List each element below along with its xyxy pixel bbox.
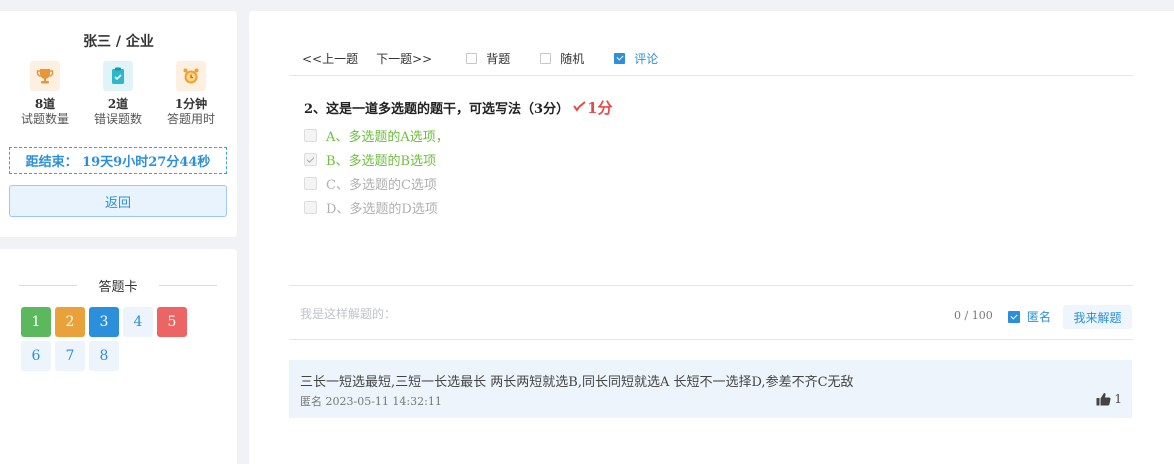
like-button[interactable]: 1 [1096,392,1122,406]
divider [289,75,1133,76]
answer-card-title: 答题卡 [19,276,217,295]
checkbox-box [1008,310,1020,323]
option-checkbox [304,129,317,142]
anonymous-checkbox[interactable]: 匿名 [1008,308,1051,325]
stat-wrong-count: 2道 错误题数 [78,61,158,127]
stat-value: 8道 [34,97,56,111]
next-question-link[interactable]: 下一题>> [376,50,432,67]
stat-question-count: 8道 试题数量 [5,61,85,127]
divider [289,285,1133,286]
option-text: D、多选题的D选项 [326,202,438,217]
question-nav: <<上一题 下一题>> 背题 随机 评论 [302,49,672,67]
checkbox-box [466,52,478,64]
checkbox-box [614,52,626,64]
answer-card-cell[interactable]: 3 [89,307,119,337]
answer-card-panel: 答题卡 1 2 3 4 5 6 7 8 [0,249,237,464]
checkbox-label: 随机 [560,51,585,66]
user-panel: 张三 / 企业 8道 试题数量 2道 错误题数 1分钟 答题用时 距结束： 19… [0,11,237,237]
option-checkbox [304,177,317,190]
clipboard-icon [103,61,133,91]
countdown-timer: 距结束： 19天9小时27分44秒 [9,147,227,174]
divider [289,339,1133,340]
option-c[interactable]: C、多选题的C选项 [304,174,437,193]
stat-time-used: 1分钟 答题用时 [151,61,231,127]
question-panel: <<上一题 下一题>> 背题 随机 评论 2、这是一道多选题的题干，可选写法（3… [249,11,1174,464]
option-text: C、多选题的C选项 [326,178,437,193]
wrong-mark-icon [573,101,586,112]
answer-card-cell[interactable]: 6 [21,341,51,371]
checkbox-label: 评论 [634,51,659,66]
stat-label: 答题用时 [166,112,215,126]
comment-item: 三长一短选最短,三短一长选最长 两长两短就选B,同长同短就选A 长短不一选择D,… [289,360,1132,418]
option-d[interactable]: D、多选题的D选项 [304,198,438,217]
like-count: 1 [1114,392,1122,406]
checkbox-label: 背题 [486,51,511,66]
question-title: 2、这是一道多选题的题干，可选写法（3分） 1分 [304,97,613,118]
comment-checkbox[interactable]: 评论 [614,50,658,67]
comment-author: 匿名 [300,395,322,408]
comment-meta: 匿名 2023-05-11 14:32:11 [300,393,442,409]
user-name: 张三 / 企业 [83,34,154,50]
answer-card-cell[interactable]: 2 [55,307,85,337]
submit-explanation-button[interactable]: 我来解题 [1063,305,1132,329]
prev-question-link[interactable]: <<上一题 [302,50,358,67]
checkbox-box [540,52,552,64]
answer-card-cell[interactable]: 8 [89,341,119,371]
answer-card-cell[interactable]: 5 [157,307,187,337]
trophy-icon [30,61,60,91]
recite-checkbox[interactable]: 背题 [466,50,510,67]
comment-text: 三长一短选最短,三短一长选最长 两长两短就选B,同长同短就选A 长短不一选择D,… [300,375,854,390]
option-b[interactable]: B、多选题的B选项 [304,150,436,169]
option-checkbox [304,201,317,214]
option-checkbox [304,153,317,166]
stat-value: 1分钟 [174,97,208,111]
answer-card-cell[interactable]: 1 [21,307,51,337]
option-text: B、多选题的B选项 [326,154,437,169]
stat-label: 错误题数 [93,112,142,126]
score-value: 1分 [587,99,613,117]
answer-card-cell[interactable]: 4 [123,307,153,337]
question-text: 2、这是一道多选题的题干，可选写法（3分） [304,102,570,117]
thumbs-up-icon [1096,393,1111,406]
char-counter: 0 / 100 [954,309,993,322]
option-a[interactable]: A、多选题的A选项， [304,126,449,145]
option-text: A、多选题的A选项， [326,130,449,145]
stat-label: 试题数量 [20,112,69,126]
back-button[interactable]: 返回 [9,185,227,217]
random-checkbox[interactable]: 随机 [540,50,584,67]
comment-time: 2023-05-11 14:32:11 [325,395,442,408]
score-mark: 1分 [573,97,613,118]
answer-card-cell[interactable]: 7 [55,341,85,371]
alarm-clock-icon [176,61,206,91]
comment-input[interactable]: 我是这样解题的： [300,305,396,322]
stat-value: 2道 [107,97,129,111]
checkbox-label: 匿名 [1027,310,1052,324]
